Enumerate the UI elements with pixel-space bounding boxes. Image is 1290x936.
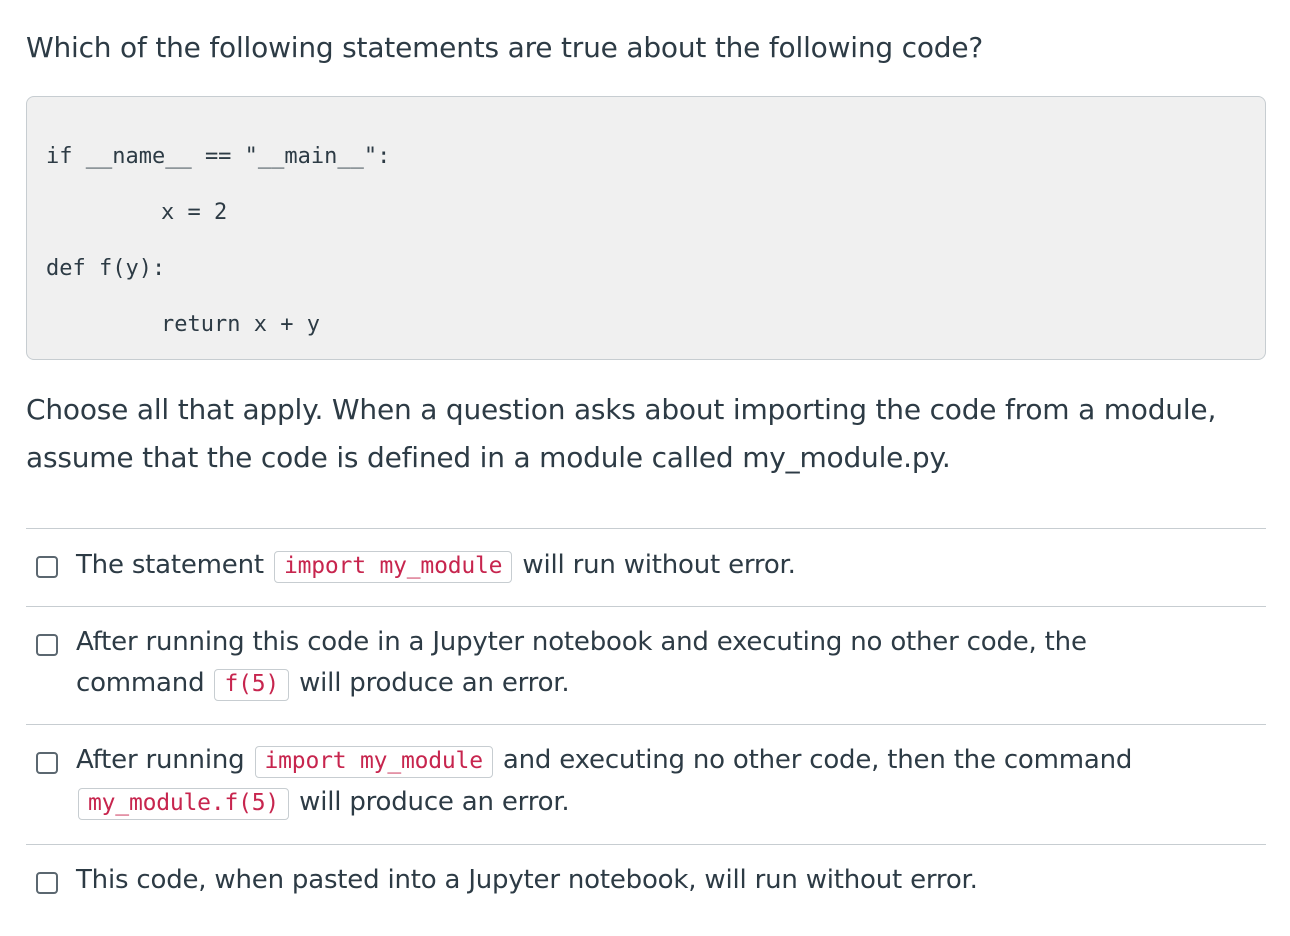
- code-line-2: x = 2: [161, 200, 228, 225]
- answer-3-code-2: my_module.f(5): [78, 788, 290, 820]
- answer-1-text-after: will run without error.: [514, 550, 796, 580]
- answer-1-checkbox[interactable]: [36, 556, 58, 578]
- code-block: if __name__ == "__main__": x = 2 def f(y…: [26, 96, 1266, 360]
- code-line-3: def f(y):: [46, 256, 166, 281]
- quiz-question-page: Which of the following statements are tr…: [0, 0, 1290, 936]
- answer-1-code: import my_module: [273, 551, 513, 583]
- answer-4-checkbox[interactable]: [36, 872, 58, 894]
- answer-3-text: After running import my_module and execu…: [76, 740, 1206, 824]
- answer-3-text-before: After running: [76, 745, 253, 775]
- answer-3-checkbox[interactable]: [36, 752, 58, 774]
- answer-3-code-1: import my_module: [254, 746, 493, 778]
- answer-2-code: f(5): [214, 669, 290, 701]
- answer-3-text-middle: and executing no other code, then the co…: [494, 745, 1133, 775]
- answer-3-text-after: will produce an error.: [291, 787, 570, 817]
- answer-4-text: This code, when pasted into a Jupyter no…: [76, 865, 978, 895]
- answer-option-2[interactable]: After running this code in a Jupyter not…: [26, 606, 1266, 724]
- answer-option-4[interactable]: This code, when pasted into a Jupyter no…: [26, 844, 1266, 934]
- answer-1-text: The statement import my_module will run …: [76, 545, 1206, 587]
- answer-option-1[interactable]: The statement import my_module will run …: [26, 528, 1266, 606]
- question-title: Which of the following statements are tr…: [26, 31, 984, 64]
- code-line-1: if __name__ == "__main__":: [46, 144, 391, 169]
- instructions-text: Choose all that apply. When a question a…: [26, 393, 1217, 474]
- answer-option-3[interactable]: After running import my_module and execu…: [26, 724, 1266, 844]
- answer-2-text-after: will produce an error.: [291, 668, 570, 698]
- code-line-4: return x + y: [161, 312, 320, 337]
- answer-2-text: After running this code in a Jupyter not…: [76, 622, 1206, 705]
- answer-2-checkbox[interactable]: [36, 634, 58, 656]
- answer-1-text-before: The statement: [76, 550, 272, 580]
